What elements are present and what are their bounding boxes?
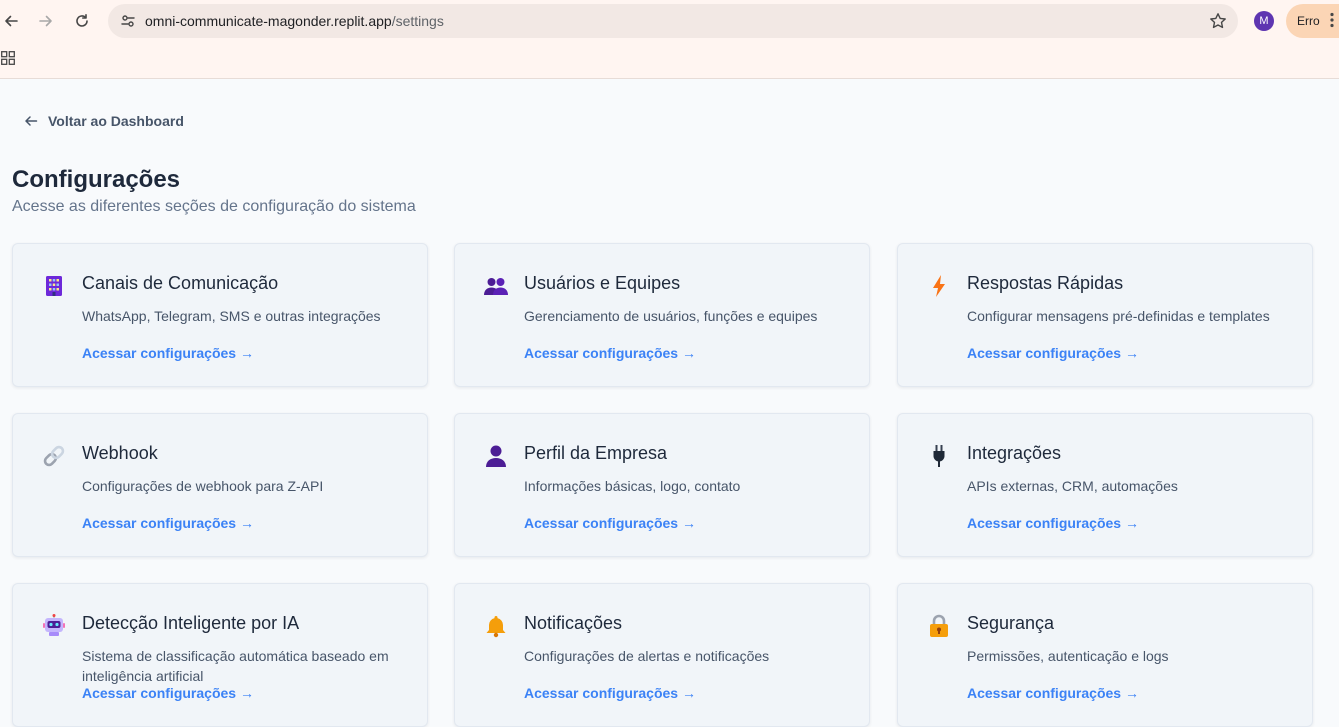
address-bar[interactable]: omni-communicate-magonder.replit.app/set…: [108, 4, 1238, 38]
link-icon: [41, 443, 67, 469]
apps-grid-icon[interactable]: [1, 51, 15, 65]
settings-card-notificacoes[interactable]: Notificações Configurações de alertas e …: [454, 583, 870, 727]
back-button[interactable]: [0, 8, 24, 34]
person-icon: [483, 443, 509, 469]
url-text[interactable]: omni-communicate-magonder.replit.app/set…: [145, 4, 444, 38]
profile-avatar[interactable]: M: [1254, 11, 1274, 31]
card-description: WhatsApp, Telegram, SMS e outras integra…: [82, 308, 381, 324]
card-description: APIs externas, CRM, automações: [967, 478, 1178, 494]
card-title: Perfil da Empresa: [524, 443, 668, 463]
page-subtitle: Acesse as diferentes seções de configura…: [12, 198, 416, 215]
reload-button[interactable]: [69, 8, 95, 34]
kebab-menu-icon[interactable]: [1330, 12, 1334, 28]
access-settings-link[interactable]: Acessar configurações →: [82, 345, 254, 361]
error-label: Erro: [1297, 14, 1320, 28]
settings-card-usuarios[interactable]: Usuários e Equipes Gerenciamento de usuá…: [454, 243, 870, 387]
lock-icon: [926, 613, 952, 639]
robot-icon: [41, 613, 67, 639]
arrow-right-icon: [39, 15, 52, 27]
card-title: Detecção Inteligente por IA: [82, 613, 300, 633]
card-title: Integrações: [967, 443, 1062, 463]
settings-card-seguranca[interactable]: Segurança Permissões, autenticação e log…: [897, 583, 1313, 727]
card-description: Informações básicas, logo, contato: [524, 478, 741, 494]
access-settings-link[interactable]: Acessar configurações →: [524, 515, 696, 531]
settings-card-canais[interactable]: Canais de Comunicação WhatsApp, Telegram…: [12, 243, 428, 387]
forward-button[interactable]: [33, 8, 59, 34]
browser-toolbar: omni-communicate-magonder.replit.app/set…: [0, 0, 1339, 79]
access-settings-link[interactable]: Acessar configurações →: [82, 515, 254, 531]
card-title: Usuários e Equipes: [524, 273, 681, 293]
access-settings-link[interactable]: Acessar configurações →: [967, 685, 1139, 701]
card-title: Segurança: [967, 613, 1055, 633]
access-settings-link[interactable]: Acessar configurações →: [524, 685, 696, 701]
building-icon: [41, 273, 67, 299]
settings-card-integracoes[interactable]: Integrações APIs externas, CRM, automaçõ…: [897, 413, 1313, 557]
settings-card-respostas[interactable]: Respostas Rápidas Configurar mensagens p…: [897, 243, 1313, 387]
card-description: Configurações de alertas e notificações: [524, 648, 770, 664]
access-settings-link[interactable]: Acessar configurações →: [524, 345, 696, 361]
card-title: Canais de Comunicação: [82, 273, 279, 293]
lightning-icon: [926, 273, 952, 299]
access-settings-link[interactable]: Acessar configurações →: [82, 685, 254, 701]
card-description: Permissões, autenticação e logs: [967, 648, 1169, 664]
url-host: omni-communicate-magonder.replit.app: [145, 13, 392, 29]
bookmark-star-icon[interactable]: [1206, 9, 1230, 33]
plug-icon: [926, 443, 952, 469]
reload-icon: [76, 14, 88, 27]
arrow-left-icon: [5, 15, 18, 27]
settings-card-webhook[interactable]: Webhook Configurações de webhook para Z-…: [12, 413, 428, 557]
page-title: Configurações: [12, 166, 181, 193]
url-path: /settings: [391, 13, 444, 29]
settings-card-perfil[interactable]: Perfil da Empresa Informações básicas, l…: [454, 413, 870, 557]
back-to-dashboard-link[interactable]: Voltar ao Dashboard: [24, 110, 184, 132]
card-description: Configurar mensagens pré-definidas e tem…: [967, 308, 1270, 324]
people-icon: [483, 273, 509, 299]
card-title: Webhook: [82, 443, 158, 463]
back-link-label: Voltar ao Dashboard: [48, 113, 184, 129]
access-settings-link[interactable]: Acessar configurações →: [967, 515, 1139, 531]
card-description: Configurações de webhook para Z-API: [82, 478, 324, 494]
card-title: Notificações: [524, 613, 623, 633]
card-title: Respostas Rápidas: [967, 273, 1124, 293]
access-settings-link[interactable]: Acessar configurações →: [967, 345, 1139, 361]
site-settings-icon[interactable]: [116, 9, 140, 33]
bell-icon: [483, 613, 509, 639]
card-description: Gerenciamento de usuários, funções e equ…: [524, 308, 818, 324]
arrow-left-icon: [25, 116, 38, 126]
card-description: Sistema de classificação automática base…: [82, 648, 389, 684]
settings-card-deteccao-ia[interactable]: Detecção Inteligente por IA Sistema de c…: [12, 583, 428, 727]
